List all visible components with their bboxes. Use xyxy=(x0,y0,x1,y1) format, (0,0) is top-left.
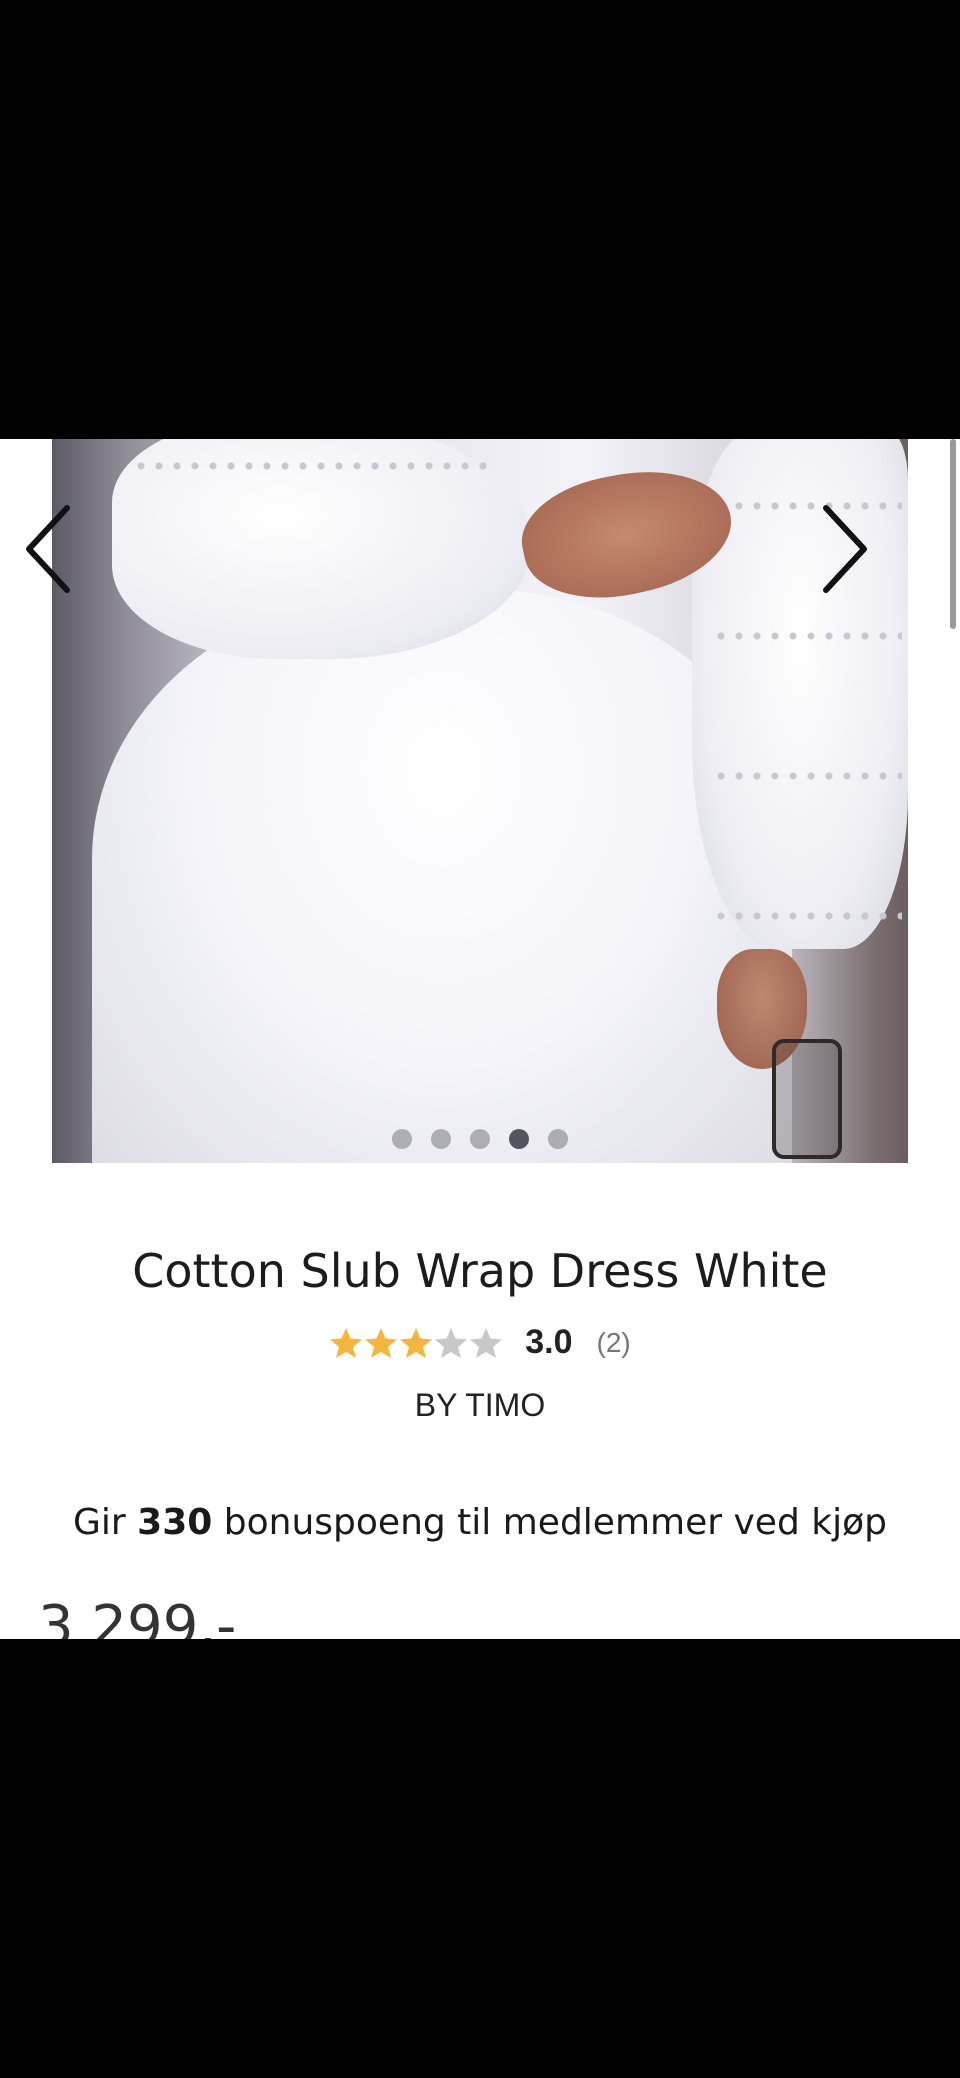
brand-link[interactable]: BY TIMO xyxy=(0,1387,960,1424)
bonus-suffix: bonuspoeng til medlemmer ved kjøp xyxy=(212,1502,887,1543)
carousel-prev-button[interactable] xyxy=(18,499,78,599)
nav-area-black xyxy=(0,1639,960,2078)
product-page: Cotton Slub Wrap Dress White 3.0 (2) BY … xyxy=(0,439,960,1639)
product-title: Cotton Slub Wrap Dress White xyxy=(132,1244,828,1298)
rating-stars xyxy=(329,1327,503,1359)
carousel-dot[interactable] xyxy=(509,1129,529,1149)
eyelet-pattern xyxy=(712,769,902,783)
carousel-next-button[interactable] xyxy=(815,499,875,599)
rating-count[interactable]: (2) xyxy=(597,1327,631,1359)
star-filled-icon xyxy=(400,1327,433,1358)
eyelet-pattern xyxy=(712,629,902,643)
product-image-dress xyxy=(92,589,792,1163)
scrollbar[interactable] xyxy=(950,439,956,629)
carousel-pagination xyxy=(0,1129,960,1149)
eyelet-pattern xyxy=(712,909,902,923)
product-price: 3 299,- xyxy=(38,1594,237,1639)
star-filled-icon xyxy=(365,1327,398,1358)
status-area-black xyxy=(0,0,960,439)
eyelet-pattern xyxy=(132,459,492,473)
star-filled-icon xyxy=(330,1327,363,1358)
bonus-points: 330 xyxy=(137,1502,213,1543)
carousel-dot[interactable] xyxy=(470,1129,490,1149)
chevron-left-icon xyxy=(26,505,70,593)
product-rating[interactable]: 3.0 (2) xyxy=(0,1323,960,1362)
carousel-dot[interactable] xyxy=(548,1129,568,1149)
product-image-carousel[interactable] xyxy=(52,439,908,1163)
star-empty-icon xyxy=(470,1327,503,1358)
star-empty-icon xyxy=(435,1327,468,1358)
carousel-dot[interactable] xyxy=(431,1129,451,1149)
rating-value: 3.0 xyxy=(525,1323,573,1361)
bonus-points-info: Gir 330 bonuspoeng til medlemmer ved kjø… xyxy=(0,1502,960,1543)
bonus-prefix: Gir xyxy=(73,1502,138,1543)
chevron-right-icon xyxy=(823,505,867,593)
carousel-dot[interactable] xyxy=(392,1129,412,1149)
